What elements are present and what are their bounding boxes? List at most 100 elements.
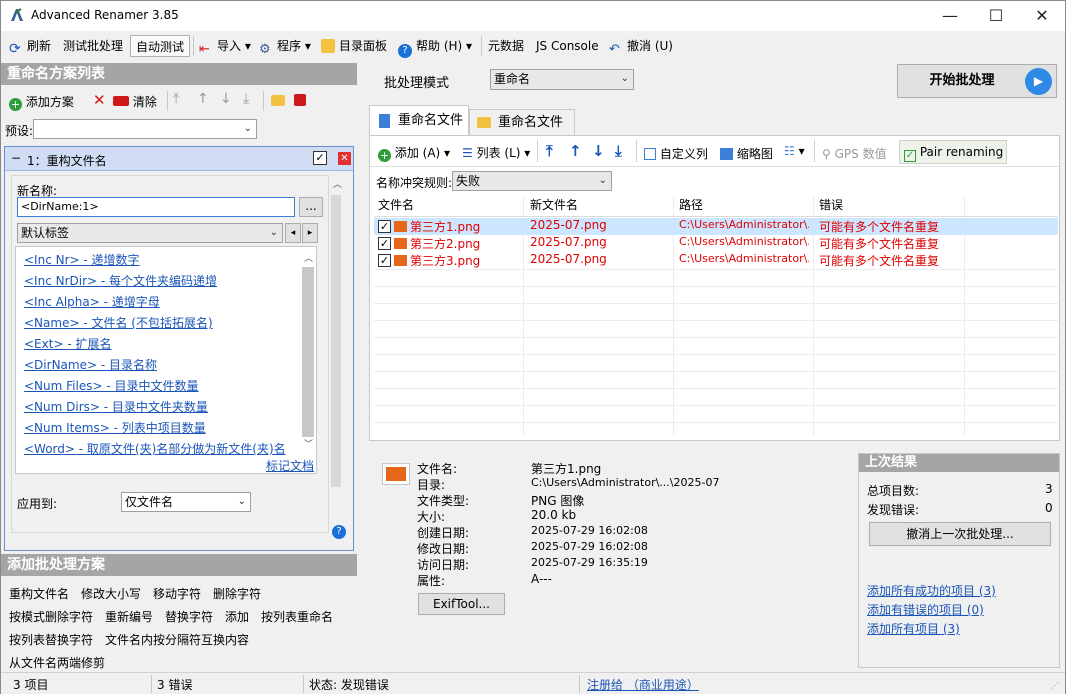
method-enabled-checkbox[interactable]: ✓: [313, 151, 327, 165]
tag-link[interactable]: <DirName> - 目录名称: [24, 356, 157, 373]
maximize-button[interactable]: ☐: [973, 1, 1019, 31]
chevron-down-icon: ⌄: [237, 496, 246, 507]
clear-button[interactable]: 清除: [113, 93, 157, 110]
tag-prev-button[interactable]: ◂: [285, 223, 301, 243]
table-row[interactable]: ✓ 第三方1.png 2025-07.png C:\Users\Administ…: [374, 218, 1058, 235]
method-scrollbar[interactable]: [331, 195, 341, 487]
column-header-error[interactable]: 错误: [819, 196, 843, 213]
move-top-icon[interactable]: ⤒: [173, 91, 179, 107]
tag-link[interactable]: <Num Items> - 列表中项目数量: [24, 419, 206, 436]
tag-link[interactable]: <Ext> - 扩展名: [24, 335, 111, 352]
add-method-option[interactable]: 按模式删除字符: [9, 608, 93, 625]
move-top-icon[interactable]: ⤒: [546, 142, 553, 160]
tag-link[interactable]: <Num Files> - 目录中文件数量: [24, 377, 199, 394]
move-down-icon[interactable]: ↓: [220, 91, 232, 107]
add-method-option[interactable]: 修改大小写: [81, 585, 141, 602]
column-header-path[interactable]: 路径: [679, 196, 703, 213]
row-checkbox[interactable]: ✓: [378, 237, 391, 250]
list-menu[interactable]: ☰ 列表 (L) ▾: [462, 144, 530, 161]
resize-grip-icon[interactable]: ⋰: [1051, 681, 1059, 690]
tag-category-dropdown[interactable]: 默认标签 ⌄: [17, 223, 283, 243]
add-method-option[interactable]: 按列表替换字符: [9, 631, 93, 648]
exiftool-button[interactable]: ExifTool...: [418, 593, 505, 615]
dir-panel-button[interactable]: 目录面板: [321, 35, 387, 57]
add-files-menu[interactable]: + 添加 (A) ▾: [378, 144, 450, 162]
add-method-option[interactable]: 按列表重命名: [261, 608, 333, 625]
test-batch-button[interactable]: 测试批处理: [63, 35, 123, 57]
tab-rename-folders[interactable]: 重命名文件夹: [469, 109, 575, 156]
add-method-option[interactable]: 移动字符: [153, 585, 201, 602]
move-up-icon[interactable]: ↑: [197, 91, 209, 107]
pair-renaming-toggle[interactable]: ✓ Pair renaming: [899, 140, 1007, 164]
thumbnails-button[interactable]: 缩略图: [720, 145, 773, 162]
scroll-up-icon[interactable]: ︿: [304, 251, 313, 264]
minimize-button[interactable]: —: [927, 1, 973, 31]
add-method-option[interactable]: 删除字符: [213, 585, 261, 602]
undo-button[interactable]: ↶ 撤消 (U): [609, 35, 673, 57]
add-success-items-link[interactable]: 添加所有成功的项目 (3): [867, 582, 996, 599]
tag-link[interactable]: <Num Dirs> - 目录中文件夹数量: [24, 398, 208, 415]
undo-last-batch-button[interactable]: 撤消上一次批处理...: [869, 522, 1051, 546]
column-header-filename[interactable]: 文件名: [378, 196, 414, 213]
scroll-down-icon[interactable]: ﹀: [304, 437, 313, 450]
move-bottom-icon[interactable]: ⤓: [243, 91, 249, 107]
close-button[interactable]: ✕: [1019, 1, 1065, 31]
import-menu[interactable]: ⇤ 导入 ▾: [199, 35, 251, 57]
method-header[interactable]: − 1：重构文件名 ✓ ✕: [5, 147, 353, 171]
add-method-option[interactable]: 重新编号: [105, 608, 153, 625]
add-method-option[interactable]: 添加: [225, 608, 249, 625]
last-result-header: 上次结果: [859, 454, 1059, 472]
start-batch-button[interactable]: 开始批处理 ▶: [897, 64, 1057, 98]
browse-button[interactable]: ...: [299, 197, 323, 217]
gears-icon: ⚙: [259, 42, 271, 57]
register-link[interactable]: 注册给 （商业用途）: [587, 676, 699, 693]
tag-link[interactable]: <Inc Alpha> - 递增字母: [24, 293, 160, 310]
help-icon[interactable]: ?: [332, 525, 346, 539]
apply-to-dropdown[interactable]: 仅文件名 ⌄: [121, 492, 251, 512]
tag-link[interactable]: <Inc NrDir> - 每个文件夹编码递增: [24, 272, 217, 289]
add-method-option[interactable]: 替换字符: [165, 608, 213, 625]
add-method-button[interactable]: + 添加方案: [9, 93, 74, 111]
move-up-icon[interactable]: ↑: [569, 142, 582, 160]
move-bottom-icon[interactable]: ⤓: [615, 142, 622, 160]
new-name-input[interactable]: <DirName:1>: [17, 197, 295, 217]
add-all-items-link[interactable]: 添加所有项目 (3): [867, 620, 960, 637]
programs-menu[interactable]: ⚙ 程序 ▾: [259, 35, 311, 57]
row-checkbox[interactable]: ✓: [378, 220, 391, 233]
method-remove-icon[interactable]: ✕: [338, 152, 351, 165]
gps-button[interactable]: ⚲ GPS 数值: [822, 145, 887, 162]
add-icon: +: [378, 149, 391, 162]
tag-link[interactable]: <Name> - 文件名 (不包括拓展名): [24, 314, 213, 331]
column-header-newname[interactable]: 新文件名: [530, 196, 578, 213]
table-row[interactable]: ✓ 第三方2.png 2025-07.png C:\Users\Administ…: [374, 235, 1058, 252]
move-down-icon[interactable]: ↓: [592, 142, 605, 160]
custom-columns-button[interactable]: 自定义列: [644, 145, 708, 162]
metadata-button[interactable]: 元数据: [488, 35, 524, 57]
tab-rename-files[interactable]: 重命名文件: [369, 105, 469, 136]
collapse-icon[interactable]: −: [11, 151, 21, 165]
batch-mode-dropdown[interactable]: 重命名 ⌄: [490, 69, 634, 90]
add-method-option[interactable]: 从文件名两端修剪: [9, 654, 105, 671]
open-preset-icon[interactable]: [271, 95, 285, 106]
scroll-up-icon[interactable]: ︿: [333, 177, 342, 190]
conflict-rule-dropdown[interactable]: 失败 ⌄: [452, 171, 612, 191]
tag-list-scrollbar[interactable]: [302, 267, 314, 437]
refresh-button[interactable]: ⟳ 刷新: [9, 35, 51, 57]
tag-link[interactable]: <Inc Nr> - 递增数字: [24, 251, 140, 268]
preset-dropdown[interactable]: ⌄: [33, 119, 257, 139]
js-console-button[interactable]: JS Console: [536, 35, 599, 57]
save-preset-icon[interactable]: [294, 94, 306, 106]
status-state: 状态: 发现错误: [309, 678, 389, 692]
tag-documentation-link[interactable]: 标记文档: [266, 457, 314, 474]
tag-link[interactable]: <Word> - 取原文件(夹)名部分做为新文件(夹)名: [24, 440, 286, 457]
delete-method-icon[interactable]: ✕: [93, 91, 106, 109]
add-method-option[interactable]: 文件名内按分隔符互换内容: [105, 631, 249, 648]
row-checkbox[interactable]: ✓: [378, 254, 391, 267]
auto-test-toggle[interactable]: 自动测试: [130, 35, 191, 57]
view-mode-menu[interactable]: ☷ ▾: [784, 144, 805, 158]
add-method-option[interactable]: 重构文件名: [9, 585, 69, 602]
help-menu[interactable]: ? 帮助 (H) ▾: [398, 35, 472, 58]
table-row[interactable]: ✓ 第三方3.png 2025-07.png C:\Users\Administ…: [374, 252, 1058, 269]
tag-next-button[interactable]: ▸: [302, 223, 318, 243]
add-error-items-link[interactable]: 添加有错误的项目 (0): [867, 601, 984, 618]
